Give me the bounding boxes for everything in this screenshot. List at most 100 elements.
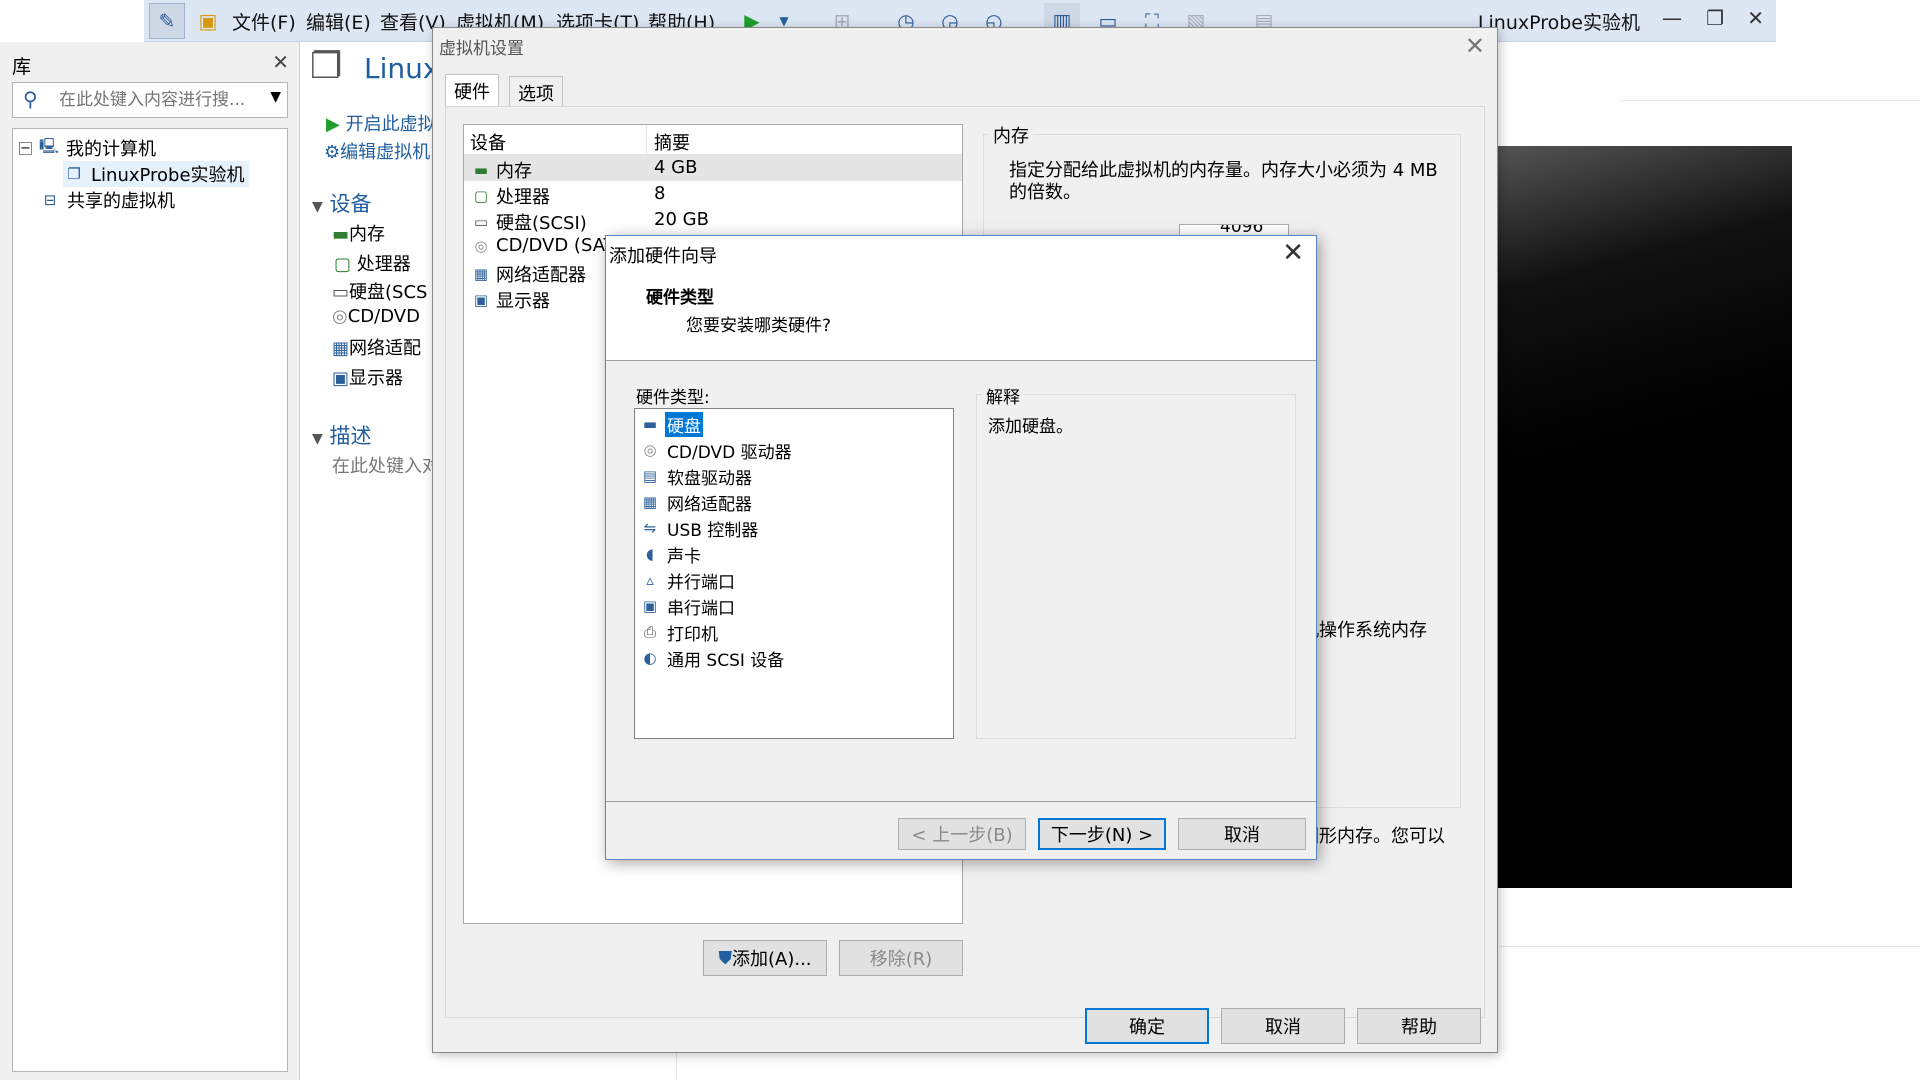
list-item[interactable]: ▦ 网络适配器 [639, 489, 754, 515]
device-label: 处理器 [356, 254, 411, 275]
vm-preview-thumbnail[interactable] [1490, 146, 1792, 888]
chevron-down-icon[interactable]: ▼ [270, 89, 281, 105]
device-item-cdrom[interactable]: ◎CD/DVD [332, 306, 420, 327]
description-heading-label: 描述 [329, 424, 372, 448]
memory-icon: ▬ [473, 161, 489, 179]
device-item-processor[interactable]: ▢ 处理器 [334, 250, 411, 276]
list-item[interactable]: ▤ 软盘驱动器 [639, 463, 754, 489]
device-item-display[interactable]: ▣显示器 [332, 364, 403, 390]
back-button[interactable]: < 上一步(B) [898, 818, 1026, 850]
hardware-type-list[interactable]: ▬ 硬盘 ◎ CD/DVD 驱动器 ▤ 软盘驱动器 ▦ 网络适配器 ⇋ USB 控制器 ◖… [634, 408, 954, 739]
add-hardware-wizard: 添加硬件向导 ✕ 硬件类型 您要安装哪类硬件? 硬件类型: ▬ 硬盘 ◎ CD/DV… [605, 235, 1317, 860]
tab-hardware[interactable]: 硬件 [445, 74, 499, 106]
harddisk-icon: ▬ [642, 415, 658, 433]
add-device-button[interactable]: ⛊ 添加(A)... [703, 940, 827, 976]
tree-item-vm[interactable]: ❐ LinuxProbe实验机 [63, 161, 249, 187]
list-item-label: 硬盘 [665, 411, 703, 437]
network-icon: ▦ [642, 493, 658, 511]
library-title: 库 [12, 56, 32, 78]
device-row[interactable]: ▭ 硬盘(SCSI) 20 GB [464, 207, 962, 234]
collapse-icon: ▼ [312, 199, 323, 215]
device-item-harddisk[interactable]: ▭硬盘(SCS [332, 278, 427, 304]
list-item[interactable]: ◐ 通用 SCSI 设备 [639, 645, 786, 671]
shared-vm-icon: ⊟ [43, 191, 57, 209]
device-item-network[interactable]: ▦网络适配 [332, 334, 421, 360]
library-search[interactable]: ⚲ ▼ [12, 82, 288, 118]
device-label: 显示器 [349, 368, 404, 389]
tree-label: 共享的虚拟机 [67, 191, 175, 212]
device-row[interactable]: ▬ 内存 4 GB [464, 155, 962, 182]
list-item-label: 声卡 [667, 546, 701, 567]
column-header-summary[interactable]: 摘要 [654, 129, 690, 155]
wizard-subheading: 您要安装哪类硬件? [686, 316, 832, 336]
list-item-label: 串行端口 [667, 598, 735, 619]
usb-icon: ⇋ [643, 519, 657, 537]
device-label: CD/DVD [347, 306, 420, 327]
remove-device-button[interactable]: 移除(R) [839, 940, 963, 976]
pin-icon[interactable]: ✎ [149, 3, 185, 39]
add-device-label: 添加(A)... [731, 949, 812, 970]
restore-icon[interactable]: ❐ [1706, 6, 1724, 30]
device-name: 显示器 [496, 291, 550, 312]
device-label: 硬盘(SCS [349, 282, 428, 303]
list-item[interactable]: ◖ 声卡 [639, 541, 703, 567]
display-icon: ▣ [473, 291, 489, 309]
device-label: 网络适配 [349, 338, 422, 359]
cdrom-icon: ◎ [643, 441, 657, 459]
ok-button[interactable]: 确定 [1085, 1008, 1209, 1044]
hardware-type-label: 硬件类型: [636, 388, 710, 408]
vm-title: Linux [364, 52, 440, 85]
wizard-cancel-button[interactable]: 取消 [1178, 818, 1306, 850]
explanation-text: 添加硬盘。 [988, 417, 1073, 437]
column-divider [646, 125, 647, 155]
edit-vm-link[interactable]: ⚙编辑虚拟机 [324, 138, 430, 164]
sound-icon: ◖ [646, 545, 654, 563]
wizard-title: 添加硬件向导 [609, 246, 717, 267]
list-item[interactable]: ⎙ 打印机 [639, 619, 720, 645]
search-icon: ⚲ [23, 87, 38, 111]
list-item[interactable]: ▵ 并行端口 [639, 567, 737, 593]
description-input[interactable]: 在此处键入对 [332, 452, 440, 478]
serial-port-icon: ▣ [642, 597, 658, 615]
list-item[interactable]: ▣ 串行端口 [639, 593, 737, 619]
device-summary: 20 GB [654, 209, 709, 230]
memory-fragment: 机操作系统内存 [1301, 620, 1427, 641]
device-row[interactable]: ▢ 处理器 8 [464, 181, 962, 208]
collapse-icon[interactable]: − [19, 141, 32, 156]
devices-heading[interactable]: ▼ 设备 [312, 188, 371, 218]
vm-library-icon[interactable]: ▣ [190, 3, 226, 39]
tree-item-shared[interactable]: ⊟ 共享的虚拟机 [39, 187, 175, 213]
tab-options[interactable]: 选项 [509, 76, 563, 106]
list-item-label: 通用 SCSI 设备 [667, 650, 785, 671]
play-icon: ▶ [326, 114, 340, 135]
power-on-link[interactable]: ▶ 开启此虚拟 [326, 110, 436, 136]
close-icon[interactable]: ✕ [1465, 32, 1485, 60]
menu-edit[interactable]: 编辑(E) [306, 8, 371, 35]
device-name: 处理器 [496, 187, 550, 208]
menu-file[interactable]: 文件(F) [232, 8, 296, 35]
vm-icon: ❐ [310, 46, 343, 87]
tree-label: 我的计算机 [66, 139, 156, 160]
tree-item-my-computer[interactable]: − 🖳 我的计算机 [19, 135, 156, 161]
device-list-header: 设备 摘要 [464, 125, 962, 155]
harddisk-icon: ▭ [473, 213, 489, 231]
next-button[interactable]: 下一步(N) > [1038, 818, 1166, 850]
devices-heading-label: 设备 [329, 192, 372, 216]
list-item[interactable]: ⇋ USB 控制器 [639, 515, 760, 541]
help-button[interactable]: 帮助 [1357, 1008, 1481, 1044]
description-heading[interactable]: ▼ 描述 [312, 420, 371, 450]
list-item[interactable]: ▬ 硬盘 [639, 411, 703, 437]
close-icon[interactable]: ✕ [272, 50, 289, 74]
search-input[interactable] [59, 87, 255, 113]
harddisk-icon: ▭ [332, 282, 350, 303]
close-icon[interactable]: ✕ [1282, 238, 1304, 268]
device-label: 内存 [349, 224, 386, 245]
close-icon[interactable]: ✕ [1747, 6, 1764, 30]
minimize-icon[interactable]: — [1662, 6, 1682, 30]
cancel-button[interactable]: 取消 [1221, 1008, 1345, 1044]
list-item[interactable]: ◎ CD/DVD 驱动器 [639, 437, 794, 463]
network-icon: ▦ [473, 265, 489, 283]
device-item-memory[interactable]: ▬内存 [332, 220, 385, 246]
column-header-device[interactable]: 设备 [470, 129, 506, 155]
wizard-heading: 硬件类型 [646, 288, 714, 308]
